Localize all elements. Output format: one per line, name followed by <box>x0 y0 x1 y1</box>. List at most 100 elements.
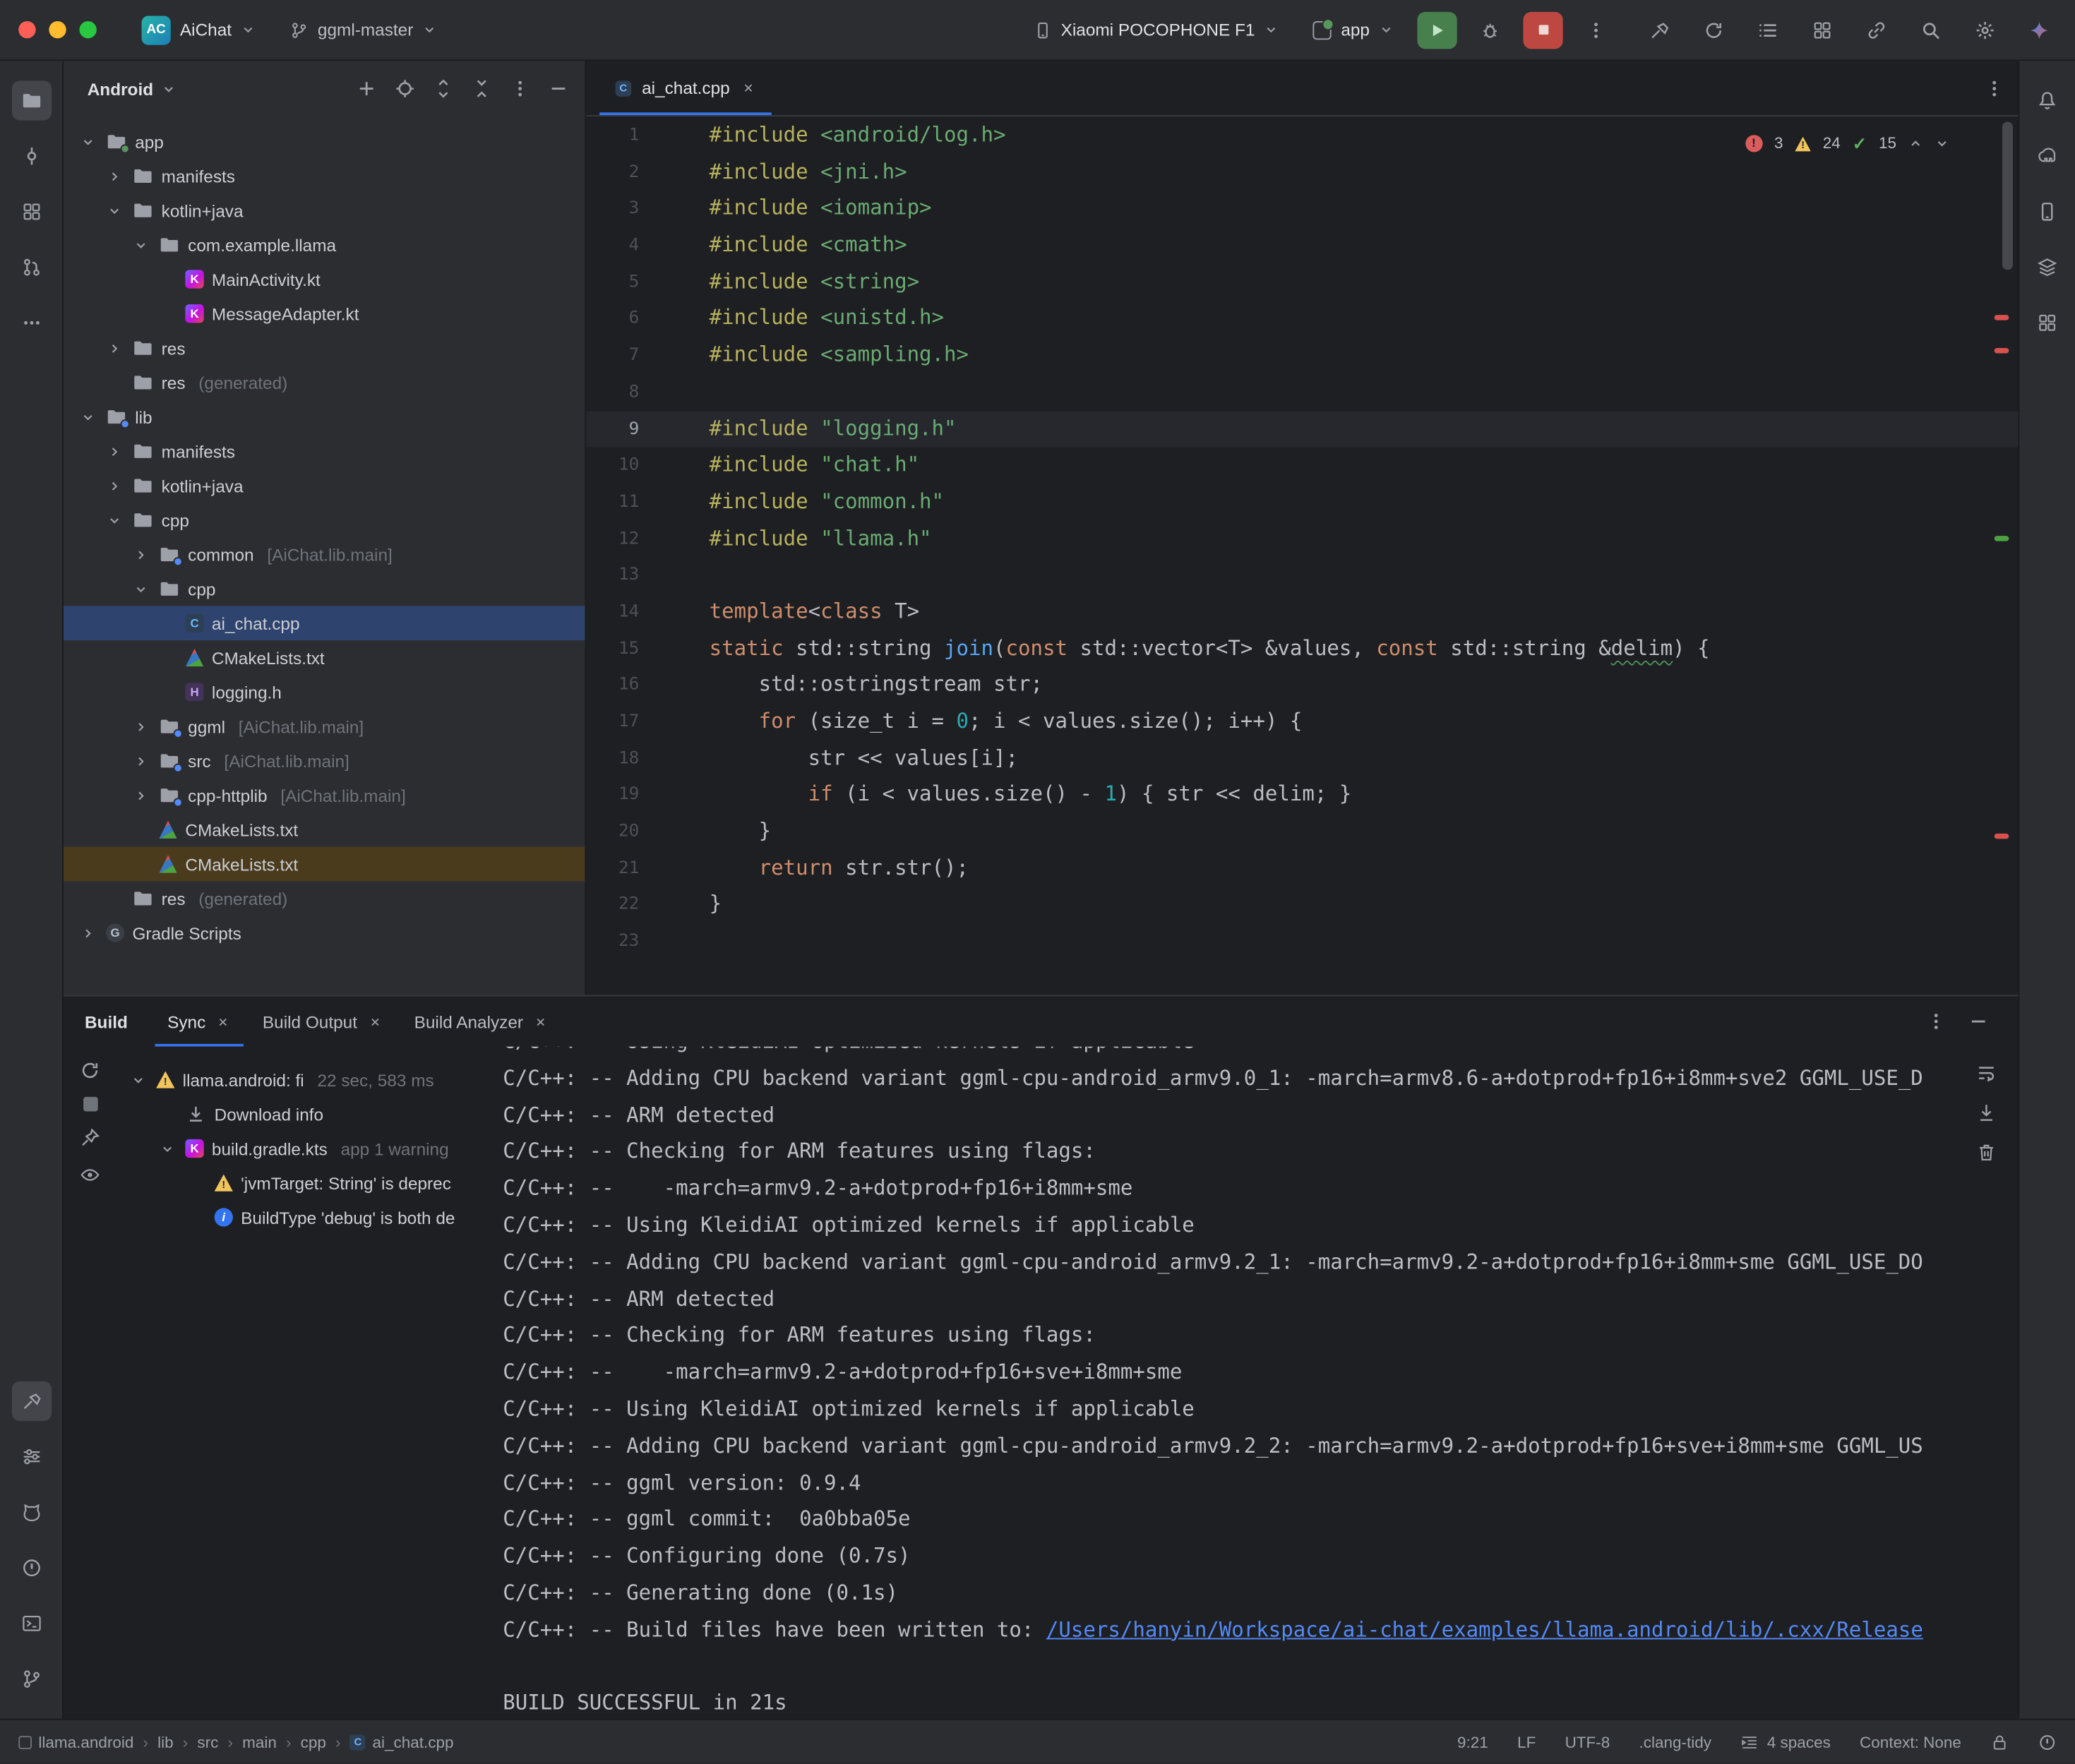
run-button[interactable] <box>1417 11 1457 48</box>
tree-item[interactable]: res <box>64 331 585 366</box>
tree-item[interactable]: manifests <box>64 159 585 193</box>
close-icon[interactable] <box>368 1014 383 1029</box>
tree-item[interactable]: Gradle Scripts <box>64 916 585 950</box>
change-stripe-mark[interactable] <box>1995 536 2009 541</box>
chevron-down-icon[interactable] <box>103 512 124 527</box>
code-line[interactable]: 13 <box>586 558 2018 594</box>
chevron-right-icon[interactable] <box>103 341 124 356</box>
tree-item[interactable]: CMakeLists.txt <box>64 640 585 675</box>
tree-item[interactable]: kotlin+java <box>64 469 585 503</box>
more-run-actions-button[interactable] <box>1576 11 1615 48</box>
breadcrumb-item[interactable]: ai_chat.cpp <box>350 1733 454 1751</box>
code-line[interactable]: 4#include <cmath> <box>586 228 2018 265</box>
todo-list-button[interactable] <box>1751 13 1786 47</box>
tree-item[interactable]: BuildType 'debug' is both de <box>124 1200 503 1235</box>
tree-item[interactable]: cpp <box>64 572 585 606</box>
tree-item[interactable]: kotlin+java <box>64 193 585 228</box>
locate-file-icon[interactable] <box>395 78 416 100</box>
code-line[interactable]: 7#include <sampling.h> <box>586 337 2018 374</box>
code-line[interactable]: 8 <box>586 374 2018 411</box>
caret-position[interactable]: 9:21 <box>1457 1733 1488 1751</box>
chevron-right-icon[interactable] <box>103 444 124 459</box>
commit-tool-button[interactable] <box>11 136 51 176</box>
chevron-down-icon[interactable] <box>130 582 151 596</box>
pull-requests-tool-button[interactable] <box>11 248 51 287</box>
debug-button[interactable] <box>1470 11 1509 48</box>
error-stripe-mark[interactable] <box>1995 834 2009 839</box>
stop-sync-icon[interactable] <box>83 1097 97 1112</box>
code-line[interactable]: 18 str << values[i]; <box>586 740 2018 777</box>
tree-item[interactable]: ai_chat.cpp <box>64 606 585 640</box>
build-tool-button[interactable] <box>11 1381 51 1421</box>
version-control-tool-button[interactable] <box>11 1659 51 1698</box>
indent-widget[interactable]: 4 spaces <box>1740 1733 1831 1751</box>
tree-item[interactable]: MainActivity.kt <box>64 262 585 296</box>
problems-tool-button[interactable] <box>11 1548 51 1588</box>
run-configuration-selector[interactable]: app <box>1303 15 1404 45</box>
build-output-link[interactable]: /Users/hanyin/Workspace/ai-chat/examples… <box>1046 1618 1923 1642</box>
close-window-button[interactable] <box>18 21 35 38</box>
file-encoding[interactable]: UTF-8 <box>1565 1733 1610 1751</box>
device-explorer-tool-button[interactable] <box>2028 303 2067 342</box>
clear-all-icon[interactable] <box>1975 1142 1997 1163</box>
tree-item[interactable]: CMakeLists.txt <box>64 812 585 847</box>
tree-item[interactable]: Download info <box>124 1097 503 1132</box>
hide-panel-icon[interactable] <box>1968 1011 1989 1032</box>
tree-item[interactable]: build.gradle.ktsapp 1 warning <box>124 1132 503 1166</box>
scroll-to-end-icon[interactable] <box>1975 1102 1997 1123</box>
rerun-sync-icon[interactable] <box>79 1060 100 1081</box>
breadcrumb-item[interactable]: cpp <box>301 1733 326 1751</box>
tree-item[interactable]: 'jvmTarget: String' is deprec <box>124 1165 503 1200</box>
filter-eye-icon[interactable] <box>79 1164 100 1185</box>
code-line[interactable]: 15static std::string join(const std::vec… <box>586 630 2018 667</box>
tree-item[interactable]: common[AiChat.lib.main] <box>64 537 585 572</box>
breadcrumb-item[interactable]: lib <box>157 1733 174 1751</box>
options-kebab-icon[interactable] <box>510 78 531 100</box>
build-variants-tool-button[interactable] <box>11 1437 51 1477</box>
tree-item[interactable]: MessageAdapter.kt <box>64 296 585 331</box>
tree-item[interactable]: res(generated) <box>64 881 585 916</box>
zoom-window-button[interactable] <box>79 21 96 38</box>
lock-icon[interactable] <box>1990 1733 2009 1751</box>
tab-build-analyzer[interactable]: Build Analyzer <box>401 996 562 1046</box>
tree-item[interactable]: CMakeLists.txt <box>64 847 585 882</box>
chevron-right-icon[interactable] <box>130 719 151 734</box>
chevron-right-icon[interactable] <box>130 547 151 562</box>
chevron-down-icon[interactable] <box>77 409 98 424</box>
plugins-button[interactable] <box>1805 13 1840 47</box>
hide-panel-icon[interactable] <box>548 78 569 100</box>
close-icon[interactable] <box>216 1014 231 1029</box>
code-line[interactable]: 14template<class T> <box>586 594 2018 630</box>
code-with-me-button[interactable] <box>1860 13 1894 47</box>
build-panel-title[interactable]: Build <box>85 1012 128 1031</box>
chevron-right-icon[interactable] <box>77 925 98 940</box>
code-line[interactable]: 6#include <unistd.h> <box>586 301 2018 337</box>
build-button[interactable] <box>1642 13 1677 47</box>
notifications-button[interactable] <box>2028 80 2067 120</box>
collapse-all-icon[interactable] <box>471 78 492 100</box>
gradle-tool-button[interactable] <box>2028 136 2067 176</box>
close-icon[interactable] <box>534 1014 549 1029</box>
code-line[interactable]: 21 return str.str(); <box>586 851 2018 887</box>
inspections-widget[interactable]: 3 24 15 <box>1745 126 1949 162</box>
chevron-down-icon[interactable] <box>156 1141 177 1156</box>
tree-item[interactable]: ggml[AiChat.lib.main] <box>64 709 585 744</box>
editor-tab[interactable]: ai_chat.cpp <box>599 61 771 115</box>
line-separator[interactable]: LF <box>1517 1733 1536 1751</box>
tab-build-output[interactable]: Build Output <box>249 996 395 1046</box>
editor-options-kebab-icon[interactable] <box>1984 78 2005 99</box>
chevron-right-icon[interactable] <box>130 788 151 803</box>
chevron-right-icon[interactable] <box>103 169 124 184</box>
chevron-down-icon[interactable] <box>130 237 151 252</box>
minimize-window-button[interactable] <box>49 21 66 38</box>
error-stripe-mark[interactable] <box>1995 348 2009 353</box>
code-line[interactable]: 10#include "chat.h" <box>586 448 2018 484</box>
next-problem-icon[interactable] <box>1935 137 1949 152</box>
breadcrumb-item[interactable]: src <box>197 1733 218 1751</box>
tree-item[interactable]: app <box>64 124 585 159</box>
tree-item[interactable]: cpp-httplib[AiChat.lib.main] <box>64 778 585 812</box>
add-icon[interactable] <box>356 78 377 100</box>
code-line[interactable]: 5#include <string> <box>586 264 2018 301</box>
vcs-branch-widget[interactable]: ggml-master <box>280 15 448 45</box>
project-view-selector[interactable]: Android <box>88 79 153 99</box>
